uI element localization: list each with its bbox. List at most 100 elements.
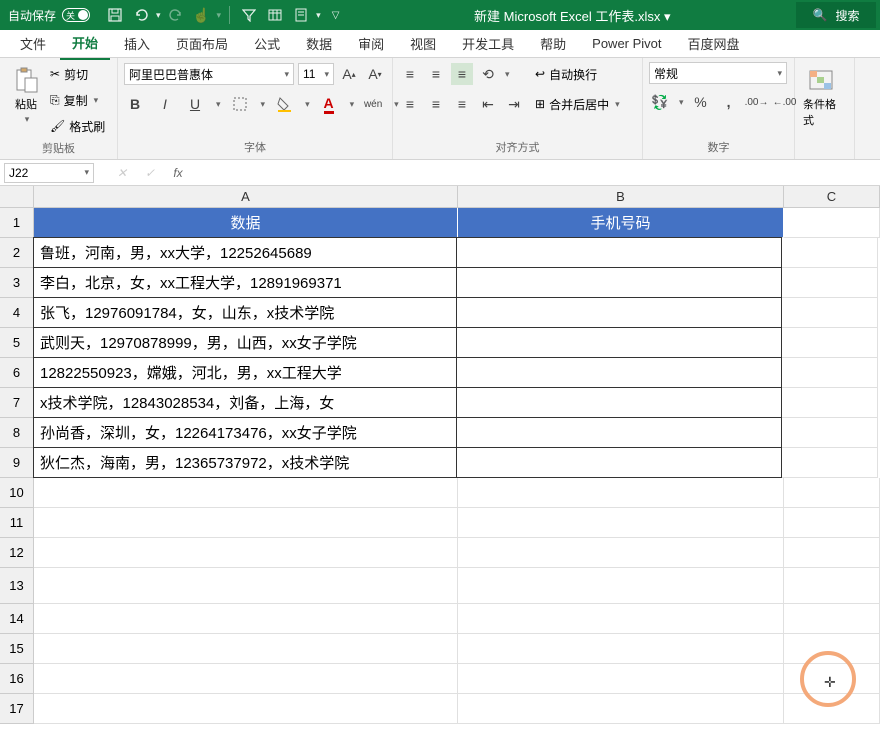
cell[interactable]	[784, 664, 880, 694]
accept-formula-icon[interactable]: ✓	[138, 163, 162, 183]
cut-button[interactable]: ✂剪切	[50, 62, 105, 86]
col-header-A[interactable]: A	[34, 186, 458, 208]
number-format-combo[interactable]: 常规▾	[649, 62, 787, 84]
format-painter-button[interactable]: 🖌格式刷	[50, 114, 105, 138]
font-color-button[interactable]: A	[318, 93, 340, 115]
cell[interactable]	[456, 447, 782, 478]
align-left-icon[interactable]: ≡	[399, 93, 421, 115]
undo-icon[interactable]	[130, 4, 152, 26]
cell[interactable]: 武则天，12970878999，男，山西，xx女子学院	[33, 327, 457, 358]
formula-input[interactable]	[194, 163, 876, 183]
row-header[interactable]: 8	[0, 418, 34, 448]
cell[interactable]	[456, 357, 782, 388]
cell[interactable]	[458, 538, 784, 568]
cell[interactable]: 数据	[34, 208, 458, 238]
search-box[interactable]: 🔍 搜索	[796, 2, 876, 28]
cell[interactable]	[34, 664, 458, 694]
cell[interactable]	[456, 237, 782, 268]
autosave-toggle[interactable]: 关	[62, 8, 90, 22]
cell[interactable]	[456, 297, 782, 328]
row-header[interactable]: 11	[0, 508, 34, 538]
cell[interactable]	[458, 508, 784, 538]
cell[interactable]	[782, 448, 878, 478]
font-name-combo[interactable]: 阿里巴巴普惠体▾	[124, 63, 294, 85]
align-middle-icon[interactable]: ≡	[425, 63, 447, 85]
cell[interactable]	[458, 664, 784, 694]
row-header[interactable]: 16	[0, 664, 34, 694]
tab-view[interactable]: 视图	[398, 28, 448, 59]
row-header[interactable]: 10	[0, 478, 34, 508]
tab-formulas[interactable]: 公式	[242, 28, 292, 59]
tab-file[interactable]: 文件	[8, 28, 58, 59]
phonetic-button[interactable]: wén	[362, 93, 384, 115]
cell[interactable]	[456, 417, 782, 448]
conditional-format-button[interactable]: 条件格式	[801, 62, 841, 132]
tab-baidu[interactable]: 百度网盘	[676, 28, 752, 59]
row-header[interactable]: 13	[0, 568, 34, 604]
cell[interactable]	[784, 208, 880, 238]
cell[interactable]	[782, 388, 878, 418]
decrease-decimal-icon[interactable]: ←.00	[774, 91, 796, 113]
underline-button[interactable]: U	[184, 93, 206, 115]
cell[interactable]	[34, 604, 458, 634]
align-right-icon[interactable]: ≡	[451, 93, 473, 115]
cell[interactable]	[784, 634, 880, 664]
orientation-icon[interactable]: ⟲	[477, 63, 499, 85]
comma-icon[interactable]: ,	[718, 91, 740, 113]
cell[interactable]	[782, 358, 878, 388]
row-header[interactable]: 2	[0, 238, 34, 268]
spreadsheet-grid[interactable]: A B C 1数据手机号码2鲁班，河南，男，xx大学，122526456893李…	[0, 186, 880, 724]
autosave-control[interactable]: 自动保存 关	[0, 7, 98, 24]
cell[interactable]	[34, 508, 458, 538]
tab-data[interactable]: 数据	[294, 28, 344, 59]
row-header[interactable]: 4	[0, 298, 34, 328]
tab-home[interactable]: 开始	[60, 27, 110, 60]
cell[interactable]	[784, 568, 880, 604]
tab-insert[interactable]: 插入	[112, 28, 162, 59]
cancel-formula-icon[interactable]: ✕	[110, 163, 134, 183]
cell[interactable]: 鲁班，河南，男，xx大学，12252645689	[33, 237, 457, 268]
filter-icon[interactable]	[238, 4, 260, 26]
row-header[interactable]: 3	[0, 268, 34, 298]
align-center-icon[interactable]: ≡	[425, 93, 447, 115]
paste-button[interactable]: 粘贴 ▾	[6, 62, 46, 129]
cell[interactable]	[784, 694, 880, 724]
cell[interactable]: 孙尚香，深圳，女，12264173476，xx女子学院	[33, 417, 457, 448]
cell[interactable]: 12822550923，嫦娥，河北，男，xx工程大学	[33, 357, 457, 388]
cell[interactable]	[782, 298, 878, 328]
cell[interactable]	[782, 418, 878, 448]
cell[interactable]: 狄仁杰，海南，男，12365737972，x技术学院	[33, 447, 457, 478]
tab-page-layout[interactable]: 页面布局	[164, 28, 240, 59]
copy-button[interactable]: ⎘复制▾	[50, 88, 105, 112]
row-header[interactable]: 1	[0, 208, 34, 238]
select-all-corner[interactable]	[0, 186, 34, 208]
cell[interactable]	[458, 604, 784, 634]
table-icon[interactable]	[264, 4, 286, 26]
cell[interactable]: 张飞，12976091784，女，山东，x技术学院	[33, 297, 457, 328]
name-box[interactable]: J22 ▾	[4, 163, 94, 183]
cell[interactable]	[458, 478, 784, 508]
decrease-font-icon[interactable]: A▾	[364, 63, 386, 85]
tab-review[interactable]: 审阅	[346, 28, 396, 59]
col-header-B[interactable]: B	[458, 186, 784, 208]
italic-button[interactable]: I	[154, 93, 176, 115]
row-header[interactable]: 6	[0, 358, 34, 388]
cell[interactable]	[784, 538, 880, 568]
cell[interactable]	[34, 538, 458, 568]
cell[interactable]: 李白，北京，女，xx工程大学，12891969371	[33, 267, 457, 298]
col-header-C[interactable]: C	[784, 186, 880, 208]
cell[interactable]	[782, 268, 878, 298]
cell[interactable]	[34, 568, 458, 604]
tab-help[interactable]: 帮助	[528, 28, 578, 59]
cell[interactable]	[782, 328, 878, 358]
border-button[interactable]	[229, 93, 251, 115]
increase-font-icon[interactable]: A▴	[338, 63, 360, 85]
save-icon[interactable]	[104, 4, 126, 26]
tab-developer[interactable]: 开发工具	[450, 28, 526, 59]
cell[interactable]	[458, 694, 784, 724]
cell[interactable]	[784, 508, 880, 538]
cell[interactable]	[784, 604, 880, 634]
merge-center-button[interactable]: ⊞合并后居中▾	[535, 92, 620, 116]
row-header[interactable]: 15	[0, 634, 34, 664]
fx-icon[interactable]: fx	[166, 163, 190, 183]
